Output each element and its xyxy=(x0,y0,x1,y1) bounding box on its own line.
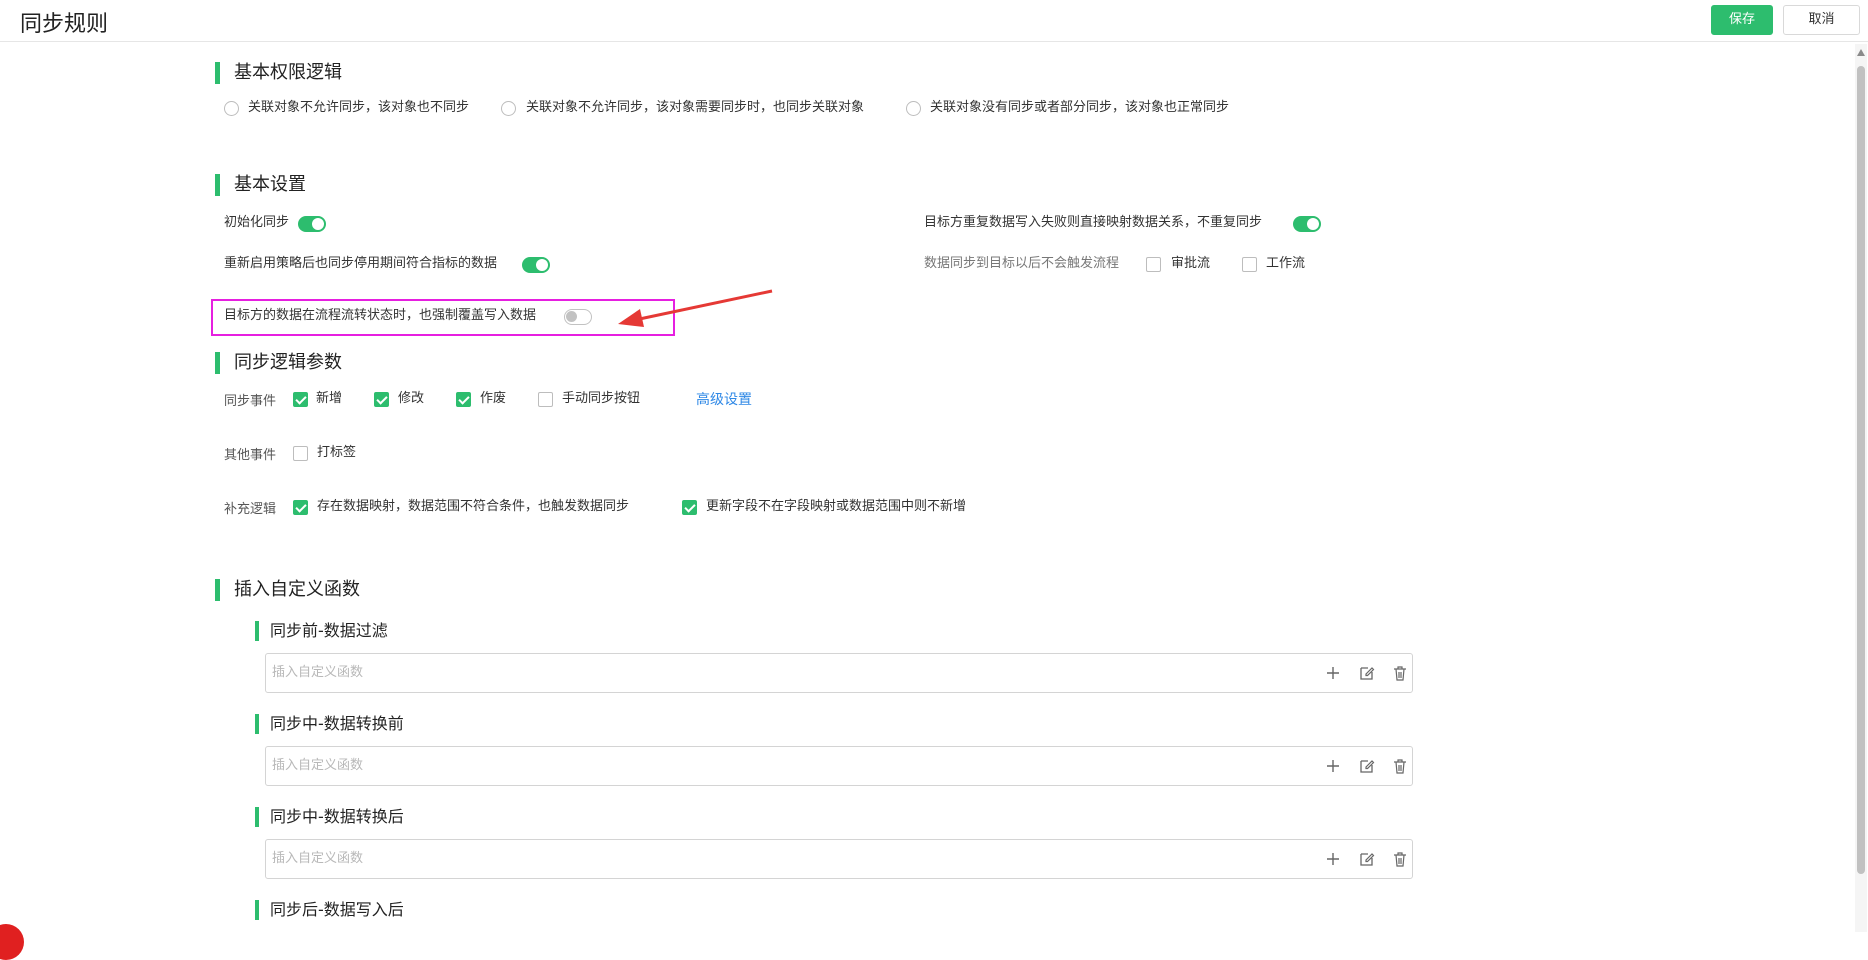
event-manual-sync-checkbox[interactable] xyxy=(538,392,553,407)
section-title-logic: 同步逻辑参数 xyxy=(215,352,342,374)
section-title-basic: 基本设置 xyxy=(215,174,306,196)
workflow-label: 工作流 xyxy=(1266,256,1306,271)
sync-events-label: 同步事件 xyxy=(224,394,277,409)
cancel-button[interactable]: 取消 xyxy=(1783,5,1860,35)
event-tag-label: 打标签 xyxy=(317,445,357,460)
trash-icon[interactable] xyxy=(1391,850,1409,868)
event-void-label: 作废 xyxy=(480,391,507,406)
supplement-2-checkbox[interactable] xyxy=(682,500,697,515)
trash-icon[interactable] xyxy=(1391,664,1409,682)
approval-flow-label: 审批流 xyxy=(1171,256,1211,271)
resync-label: 重新启用策略后也同步停用期间符合指标的数据 xyxy=(224,256,498,271)
workflow-checkbox[interactable] xyxy=(1242,257,1257,272)
resync-toggle[interactable] xyxy=(522,257,550,273)
permission-radio-2[interactable] xyxy=(501,101,516,116)
event-modify-checkbox[interactable] xyxy=(374,392,389,407)
event-add-label: 新增 xyxy=(316,391,343,406)
permission-option-3-label: 关联对象没有同步或者部分同步，该对象也正常同步 xyxy=(930,100,1230,115)
init-sync-label: 初始化同步 xyxy=(224,215,290,230)
supplement-label: 补充逻辑 xyxy=(224,502,277,517)
func-input-1[interactable]: 插入自定义函数 xyxy=(265,653,1413,693)
annotation-arrow-icon xyxy=(618,289,773,327)
page-title: 同步规则 xyxy=(20,12,109,37)
func-group-title-1: 同步前-数据过滤 xyxy=(255,621,388,641)
func-group-title-2: 同步中-数据转换前 xyxy=(255,714,404,734)
func-input-3[interactable]: 插入自定义函数 xyxy=(265,839,1413,879)
duplicate-write-label: 目标方重复数据写入失败则直接映射数据关系，不重复同步 xyxy=(924,215,1263,230)
func-input-placeholder: 插入自定义函数 xyxy=(272,758,364,773)
force-overwrite-label: 目标方的数据在流程流转状态时，也强制覆盖写入数据 xyxy=(224,308,537,323)
plus-icon[interactable] xyxy=(1324,757,1342,775)
init-sync-toggle[interactable] xyxy=(298,216,326,232)
save-button[interactable]: 保存 xyxy=(1711,5,1773,35)
trash-icon[interactable] xyxy=(1391,757,1409,775)
permission-radio-1[interactable] xyxy=(224,101,239,116)
event-add-checkbox[interactable] xyxy=(293,392,308,407)
scroll-up-arrow-icon[interactable] xyxy=(1856,48,1866,58)
floating-red-badge[interactable] xyxy=(0,924,24,960)
other-events-label: 其他事件 xyxy=(224,448,277,463)
no-trigger-flow-label: 数据同步到目标以后不会触发流程 xyxy=(924,256,1120,271)
edit-icon[interactable] xyxy=(1358,850,1376,868)
advanced-settings-link[interactable]: 高级设置 xyxy=(696,390,752,410)
func-group-title-3: 同步中-数据转换后 xyxy=(255,807,404,827)
event-void-checkbox[interactable] xyxy=(456,392,471,407)
permission-option-1-label: 关联对象不允许同步，该对象也不同步 xyxy=(248,100,470,115)
permission-option-2-label: 关联对象不允许同步，该对象需要同步时，也同步关联对象 xyxy=(526,100,865,115)
supplement-1-label: 存在数据映射，数据范围不符合条件，也触发数据同步 xyxy=(317,499,630,514)
section-title-custom-functions: 插入自定义函数 xyxy=(215,579,360,601)
supplement-1-checkbox[interactable] xyxy=(293,500,308,515)
func-input-placeholder: 插入自定义函数 xyxy=(272,851,364,866)
supplement-2-label: 更新字段不在字段映射或数据范围中则不新增 xyxy=(706,499,967,514)
plus-icon[interactable] xyxy=(1324,850,1342,868)
approval-flow-checkbox[interactable] xyxy=(1146,257,1161,272)
func-group-title-4: 同步后-数据写入后 xyxy=(255,900,404,920)
func-input-placeholder: 插入自定义函数 xyxy=(272,665,364,680)
event-tag-checkbox[interactable] xyxy=(293,446,308,461)
edit-icon[interactable] xyxy=(1358,757,1376,775)
plus-icon[interactable] xyxy=(1324,664,1342,682)
edit-icon[interactable] xyxy=(1358,664,1376,682)
header-bar: 同步规则 保存 取消 xyxy=(0,0,1868,42)
event-manual-sync-label: 手动同步按钮 xyxy=(562,391,641,406)
duplicate-write-toggle[interactable] xyxy=(1293,216,1321,232)
permission-radio-3[interactable] xyxy=(906,101,921,116)
section-title-permission: 基本权限逻辑 xyxy=(215,62,342,84)
force-overwrite-toggle[interactable] xyxy=(564,309,592,325)
scrollbar-thumb[interactable] xyxy=(1857,66,1865,874)
event-modify-label: 修改 xyxy=(398,391,425,406)
func-input-2[interactable]: 插入自定义函数 xyxy=(265,746,1413,786)
